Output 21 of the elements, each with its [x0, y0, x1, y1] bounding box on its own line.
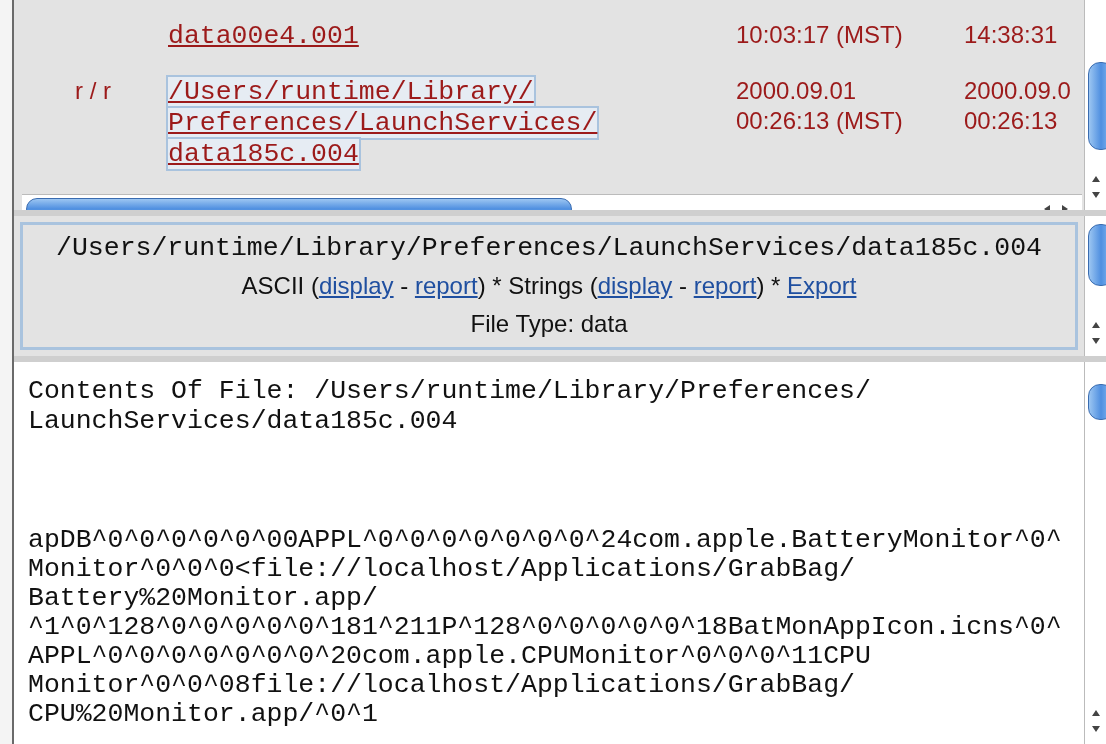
- view-option-link[interactable]: report: [414, 272, 478, 299]
- file-type-text: File Type: data: [470, 309, 628, 339]
- date-text: 2000.09.0: [964, 76, 1072, 106]
- view-option-link[interactable]: report: [693, 272, 757, 299]
- file-path-link[interactable]: data185c.004: [168, 139, 359, 169]
- contents-header-text: Contents Of File: /Users/runtime/Library/Preferences/ LaunchServices/data185c.004: [28, 376, 872, 436]
- file-path-text: /Users/runtime/Library/Preferences/LaunchServices/data185c.004: [56, 232, 1042, 265]
- date-text: 14:38:31: [964, 20, 1059, 50]
- file-path-link[interactable]: data00e4.001: [168, 21, 359, 51]
- date-text: 00:26:13 (MST): [736, 106, 904, 136]
- file-path-link[interactable]: /Users/runtime/Library/: [168, 77, 534, 107]
- file-contents-text: apDB^0^0^0^0^0^00APPL^0^0^0^0^0^0^0^24com.apple.BatteryMonitor^0^ Monitor^0^0^0<file://localhost/Applications/GrabBag/ Battery%20Monitor.app/ ^1^0^128^0^0^0^0^0^181^211P^128^0^0^0^0^0^18BatMonAppIcon.icns^0^ APPL^0^0^0^0^0^0^0^20com.apple.CPUMonitor^0^0^0^11CPU Monitor^0^0^08file://localhost/Applications/GrabBag/ CPU%20Monitor.app/^0^1: [28, 526, 1063, 729]
- view-option-link[interactable]: display: [597, 272, 673, 299]
- view-option-link[interactable]: display: [318, 272, 394, 299]
- file-path-link[interactable]: Preferences/LaunchServices/: [168, 108, 598, 138]
- date-text: 10:03:17 (MST): [736, 20, 904, 50]
- date-text: 00:26:13: [964, 106, 1059, 136]
- view-option-link[interactable]: Export: [787, 272, 857, 299]
- view-options-line: ASCII (display - report) * Strings (display - report) * Export: [241, 271, 857, 301]
- permissions-text: r / r: [75, 77, 111, 104]
- date-text: 2000.09.01: [736, 76, 858, 106]
